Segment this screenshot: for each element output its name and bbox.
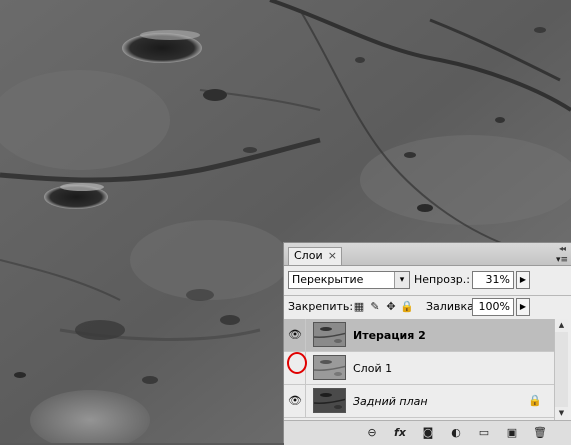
opacity-label: Непрозр.: xyxy=(414,273,470,286)
layer-thumbnail xyxy=(313,322,346,347)
new-group-icon[interactable]: ▭ xyxy=(476,425,492,441)
panel-menu-icon[interactable]: ▾≡ xyxy=(556,255,568,265)
fill-input[interactable]: 100% xyxy=(472,298,514,316)
panel-tab-bar: Слои × ◂◂ ▾≡ xyxy=(284,243,571,266)
eye-icon: 👁 xyxy=(288,328,302,341)
lock-image-pixels-icon[interactable]: ✎ xyxy=(368,300,382,314)
delete-layer-icon[interactable]: 🗑 xyxy=(532,425,548,441)
adjustment-layer-icon[interactable]: ◐ xyxy=(448,425,464,441)
eye-icon: 👁 xyxy=(288,394,302,407)
opacity-slider-button[interactable]: ▶ xyxy=(516,271,530,289)
blend-row: Перекрытие ▾ Непрозр.: 31% ▶ xyxy=(288,271,567,291)
fill-label: Заливка: xyxy=(426,300,478,313)
layer-name: Задний план xyxy=(353,395,428,408)
layers-scrollbar[interactable]: ▲ ▼ xyxy=(554,319,568,420)
layer-row-layer-1[interactable]: Слой 1 xyxy=(284,352,554,385)
lock-transparent-pixels-icon[interactable]: ▦ xyxy=(352,300,366,314)
layers-list: 👁 Итерация 2 Слой 1 👁 Задний план 🔒 xyxy=(284,319,554,420)
scroll-up-icon[interactable]: ▲ xyxy=(555,319,568,332)
close-icon[interactable]: × xyxy=(328,248,337,264)
scroll-down-icon[interactable]: ▼ xyxy=(555,407,568,420)
lock-all-icon[interactable]: 🔒 xyxy=(400,300,414,314)
layer-name: Слой 1 xyxy=(353,362,393,375)
fill-slider-button[interactable]: ▶ xyxy=(516,298,530,316)
layer-thumbnail xyxy=(313,388,346,413)
lock-label: Закрепить: xyxy=(288,300,354,313)
new-layer-icon[interactable]: ▣ xyxy=(504,425,520,441)
layer-row-iteration-2[interactable]: 👁 Итерация 2 xyxy=(284,319,554,352)
layer-thumbnail xyxy=(313,355,346,380)
lock-row: Закрепить: ▦ ✎ ✥ 🔒 Заливка: 100% ▶ xyxy=(288,298,567,318)
layers-panel: Слои × ◂◂ ▾≡ Перекрытие ▾ Непрозр.: 31% … xyxy=(283,242,571,445)
blend-mode-value: Перекрытие xyxy=(292,273,364,286)
lock-position-icon[interactable]: ✥ xyxy=(384,300,398,314)
tab-layers-label: Слои xyxy=(294,249,323,262)
tab-layers[interactable]: Слои × xyxy=(288,247,342,265)
layers-bottom-toolbar: ⊖ fx ◙ ◐ ▭ ▣ 🗑 xyxy=(284,420,571,445)
fx-icon[interactable]: fx xyxy=(392,425,408,441)
layer-name: Итерация 2 xyxy=(353,329,426,342)
blend-mode-select[interactable]: Перекрытие ▾ xyxy=(288,271,410,289)
visibility-toggle[interactable]: 👁 xyxy=(284,385,306,417)
annotation-circle xyxy=(287,352,307,374)
opacity-input[interactable]: 31% xyxy=(472,271,514,289)
chevron-down-icon[interactable]: ▾ xyxy=(394,272,409,288)
collapse-icon[interactable]: ◂◂ xyxy=(559,244,566,253)
add-mask-icon[interactable]: ◙ xyxy=(420,425,436,441)
link-layers-icon[interactable]: ⊖ xyxy=(364,425,380,441)
visibility-toggle[interactable]: 👁 xyxy=(284,319,306,351)
layer-row-background[interactable]: 👁 Задний план 🔒 xyxy=(284,385,554,418)
lock-icon: 🔒 xyxy=(528,394,542,407)
divider xyxy=(284,295,571,296)
